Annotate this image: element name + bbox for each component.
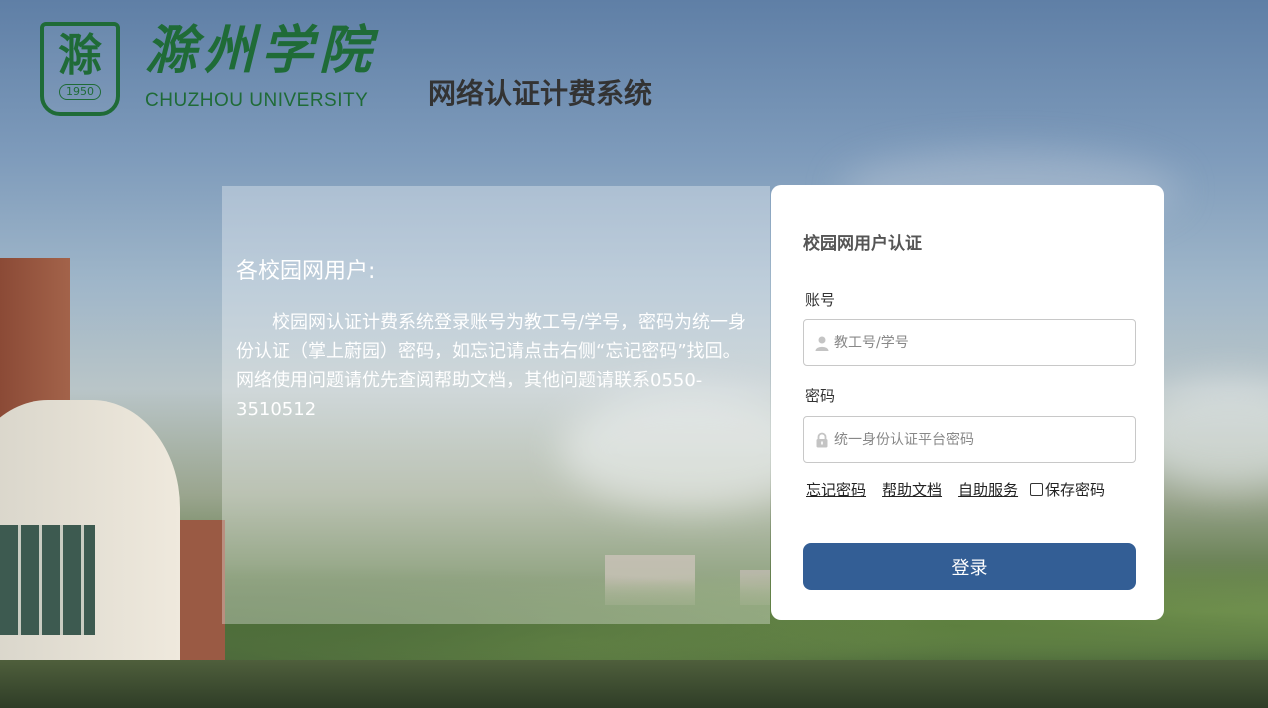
- lock-icon: [814, 432, 830, 448]
- system-title: 网络认证计费系统: [428, 77, 653, 110]
- save-password-toggle[interactable]: 保存密码: [1030, 479, 1105, 500]
- background-water: [0, 660, 1268, 708]
- emblem-year: 1950: [59, 84, 101, 100]
- university-name-cn: 滁州学院: [145, 20, 378, 81]
- password-input[interactable]: [834, 431, 1124, 448]
- account-field[interactable]: [803, 319, 1136, 366]
- account-input[interactable]: [834, 334, 1124, 351]
- university-name-en: CHUZHOU UNIVERSITY: [145, 90, 369, 111]
- emblem-glyph: 滁: [58, 30, 102, 81]
- password-field[interactable]: [803, 416, 1136, 463]
- login-title: 校园网用户认证: [803, 234, 922, 254]
- login-page: 滁 1950 滁州学院 CHUZHOU UNIVERSITY 网络认证计费系统 …: [0, 0, 1268, 708]
- login-button[interactable]: 登录: [803, 543, 1136, 590]
- save-password-label: 保存密码: [1045, 481, 1106, 499]
- self-service-link[interactable]: 自助服务: [958, 479, 1018, 500]
- notice-heading: 各校园网用户:: [236, 259, 376, 284]
- account-label: 账号: [805, 291, 836, 309]
- forgot-password-link[interactable]: 忘记密码: [806, 479, 866, 500]
- notice-panel: 各校园网用户: 校园网认证计费系统登录账号为教工号/学号，密码为统一身份认证（掌…: [222, 186, 770, 624]
- notice-body: 校园网认证计费系统登录账号为教工号/学号，密码为统一身份认证（掌上蔚园）密码，如…: [236, 312, 747, 420]
- university-emblem-icon: 滁 1950: [40, 22, 120, 116]
- background-building-windows: [0, 525, 95, 635]
- login-links: 忘记密码 帮助文档 自助服务 保存密码: [806, 479, 1105, 500]
- user-icon: [814, 335, 830, 351]
- login-card: 校园网用户认证 账号 密码 忘记密码: [771, 185, 1164, 620]
- save-password-checkbox[interactable]: [1030, 483, 1044, 496]
- help-docs-link[interactable]: 帮助文档: [882, 479, 942, 500]
- password-label: 密码: [805, 387, 836, 405]
